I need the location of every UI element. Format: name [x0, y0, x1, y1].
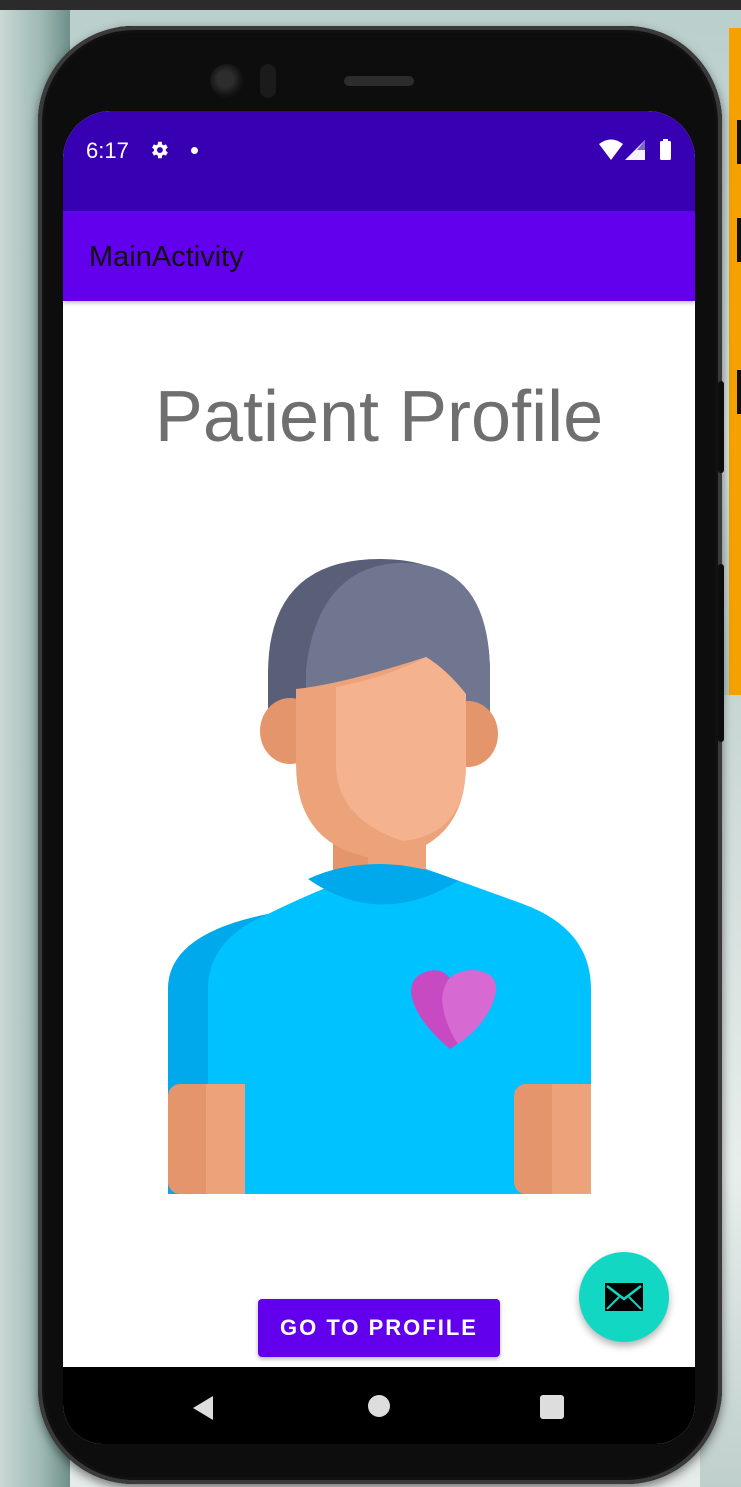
volume-button — [718, 381, 724, 473]
notification-dot-icon — [191, 147, 198, 154]
recents-icon[interactable] — [540, 1395, 564, 1419]
device-screen: 6:17 MainActivity Patient Profile GO TO … — [63, 111, 695, 1444]
wifi-icon — [599, 139, 623, 160]
back-icon[interactable] — [191, 1395, 215, 1421]
phone-frame: 6:17 MainActivity Patient Profile GO TO … — [38, 26, 724, 1484]
app-bar: MainActivity — [63, 211, 695, 301]
home-icon[interactable] — [368, 1395, 390, 1417]
navigation-bar — [63, 1367, 695, 1444]
status-time: 6:17 — [86, 138, 129, 163]
go-to-profile-button[interactable]: GO TO PROFILE — [258, 1299, 500, 1357]
page-title: Patient Profile — [154, 377, 604, 457]
adjacent-window-edge — [729, 28, 741, 695]
power-button — [718, 564, 724, 742]
gear-icon — [152, 141, 168, 159]
front-camera — [210, 64, 244, 98]
mail-icon — [605, 1283, 643, 1311]
desktop-top-strip — [0, 0, 741, 10]
app-title: MainActivity — [89, 241, 244, 273]
status-indicators — [599, 139, 671, 160]
earpiece-speaker — [344, 76, 414, 86]
battery-icon — [660, 141, 671, 160]
mail-fab-button[interactable] — [579, 1252, 669, 1342]
patient-avatar-icon — [168, 559, 591, 1194]
status-bar: 6:17 — [63, 111, 695, 211]
proximity-sensor — [260, 64, 276, 98]
